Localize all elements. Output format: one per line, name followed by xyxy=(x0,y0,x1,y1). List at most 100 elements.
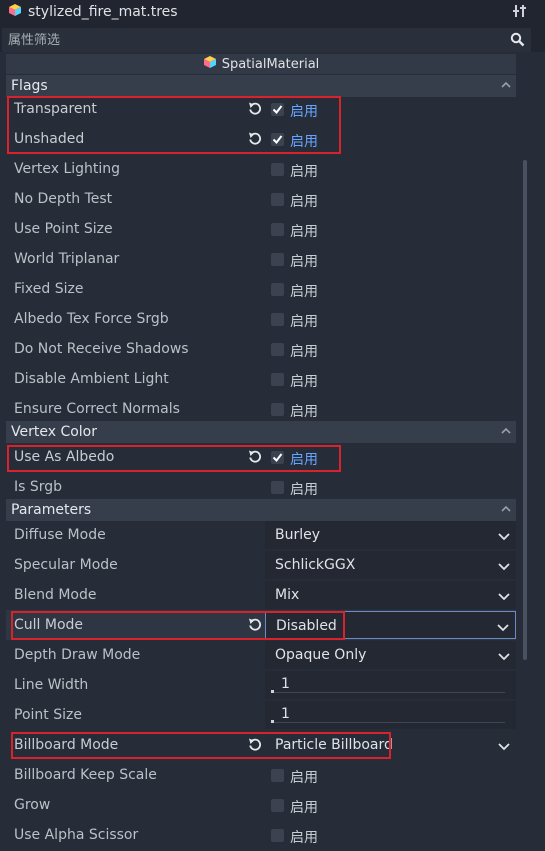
checkbox-label: 启用 xyxy=(290,482,318,498)
section-vertex-color[interactable]: Vertex Color xyxy=(6,421,516,443)
slider-track[interactable] xyxy=(271,722,505,723)
slider-grabber[interactable] xyxy=(271,690,274,693)
ensure-correct-normals-checkbox[interactable] xyxy=(271,403,284,416)
is-srgb-checkbox[interactable] xyxy=(271,481,284,494)
dropdown-value: Opaque Only xyxy=(275,647,367,663)
cull-mode-dropdown[interactable]: Disabled xyxy=(265,611,516,639)
fixed-size-checkbox[interactable] xyxy=(271,283,284,296)
property-filter-input[interactable] xyxy=(8,32,488,48)
property-transparent: Transparent 启用 xyxy=(6,94,516,124)
property-depth-draw-mode: Depth Draw Mode Opaque Only xyxy=(6,640,516,670)
property-grow: Grow 启用 xyxy=(6,790,516,820)
use-point-size-checkbox[interactable] xyxy=(271,223,284,236)
inspector-scrollbar[interactable] xyxy=(523,160,527,660)
property-filter xyxy=(2,28,531,52)
revert-icon[interactable] xyxy=(248,617,262,635)
search-icon[interactable] xyxy=(510,32,525,51)
property-world-triplanar: World Triplanar 启用 xyxy=(6,244,516,274)
checkbox-label: 启用 xyxy=(290,104,318,120)
chevron-up-icon xyxy=(500,503,512,519)
do-not-receive-shadows-checkbox[interactable] xyxy=(271,343,284,356)
checkbox-label: 启用 xyxy=(290,164,318,180)
albedo-tex-force-srgb-checkbox[interactable] xyxy=(271,313,284,326)
property-no-depth-test: No Depth Test 启用 xyxy=(6,184,516,214)
checkbox-label: 启用 xyxy=(290,134,318,150)
use-as-albedo-checkbox[interactable] xyxy=(271,451,284,464)
checkbox-label: 启用 xyxy=(290,314,318,330)
chevron-down-icon xyxy=(498,590,510,606)
line-width-spinbox[interactable]: 1 xyxy=(265,671,516,699)
disable-ambient-light-checkbox[interactable] xyxy=(271,373,284,386)
transparent-checkbox[interactable] xyxy=(271,103,284,116)
billboard-keep-scale-checkbox[interactable] xyxy=(271,769,284,782)
property-billboard-mode: Billboard Mode Particle Billboard xyxy=(6,730,516,760)
use-alpha-scissor-checkbox[interactable] xyxy=(271,829,284,842)
property-use-as-albedo: Use As Albedo 启用 xyxy=(6,442,516,472)
checkbox-label: 启用 xyxy=(290,404,318,420)
resource-filename: stylized_fire_mat.tres xyxy=(28,4,178,20)
diffuse-mode-dropdown[interactable]: Burley xyxy=(265,521,516,549)
property-label: Line Width xyxy=(14,677,89,693)
revert-icon[interactable] xyxy=(248,101,262,119)
section-flags-label: Flags xyxy=(11,78,48,94)
dropdown-value: Particle Billboard xyxy=(275,737,393,753)
checkbox-label: 启用 xyxy=(290,224,318,240)
depth-draw-mode-dropdown[interactable]: Opaque Only xyxy=(265,641,516,669)
chevron-down-icon xyxy=(498,740,510,756)
property-ensure-correct-normals: Ensure Correct Normals 启用 xyxy=(6,394,516,424)
checkbox-label: 启用 xyxy=(290,254,318,270)
grow-checkbox[interactable] xyxy=(271,799,284,812)
chevron-down-icon xyxy=(497,621,509,637)
checkbox-label: 启用 xyxy=(290,800,318,816)
revert-icon[interactable] xyxy=(248,737,262,755)
dropdown-value: Burley xyxy=(275,527,321,543)
property-label: World Triplanar xyxy=(14,251,120,267)
no-depth-test-checkbox[interactable] xyxy=(271,193,284,206)
checkbox-label: 启用 xyxy=(290,194,318,210)
property-use-alpha-scissor: Use Alpha Scissor 启用 xyxy=(6,820,516,850)
revert-icon[interactable] xyxy=(248,449,262,467)
property-label: Vertex Lighting xyxy=(14,161,121,177)
property-billboard-keep-scale: Billboard Keep Scale 启用 xyxy=(6,760,516,790)
material-cube-icon xyxy=(8,3,22,21)
checkbox-label: 启用 xyxy=(290,284,318,300)
property-label: Ensure Correct Normals xyxy=(14,401,180,417)
property-is-srgb: Is Srgb 启用 xyxy=(6,472,516,502)
property-label: Diffuse Mode xyxy=(14,527,106,543)
unshaded-checkbox[interactable] xyxy=(271,133,284,146)
billboard-mode-dropdown[interactable]: Particle Billboard xyxy=(265,731,516,759)
material-cube-icon xyxy=(203,55,217,73)
slider-grabber[interactable] xyxy=(271,720,274,723)
checkbox-label: 启用 xyxy=(290,344,318,360)
property-label: No Depth Test xyxy=(14,191,113,207)
point-size-spinbox[interactable]: 1 xyxy=(265,701,516,729)
section-vertex-color-label: Vertex Color xyxy=(11,424,98,440)
property-unshaded: Unshaded 启用 xyxy=(6,124,516,154)
section-parameters[interactable]: Parameters xyxy=(6,499,516,521)
checkbox-label: 启用 xyxy=(290,452,318,468)
property-vertex-lighting: Vertex Lighting 启用 xyxy=(6,154,516,184)
property-line-width: Line Width 1 xyxy=(6,670,516,700)
specular-mode-dropdown[interactable]: SchlickGGX xyxy=(265,551,516,579)
spinbox-value: 1 xyxy=(281,676,290,692)
property-cull-mode: Cull Mode Disabled xyxy=(6,610,516,640)
property-label: Albedo Tex Force Srgb xyxy=(14,311,169,327)
blend-mode-dropdown[interactable]: Mix xyxy=(265,581,516,609)
revert-icon[interactable] xyxy=(248,131,262,149)
property-label: Transparent xyxy=(14,101,97,117)
slider-track[interactable] xyxy=(271,692,505,693)
property-label: Use As Albedo xyxy=(14,449,115,465)
tools-icon[interactable] xyxy=(513,4,527,22)
chevron-up-icon xyxy=(500,79,512,95)
checkbox-label: 启用 xyxy=(290,374,318,390)
chevron-up-icon xyxy=(500,425,512,441)
vertex-lighting-checkbox[interactable] xyxy=(271,163,284,176)
world-triplanar-checkbox[interactable] xyxy=(271,253,284,266)
property-disable-ambient-light: Disable Ambient Light 启用 xyxy=(6,364,516,394)
property-label: Is Srgb xyxy=(14,479,63,495)
property-label: Use Point Size xyxy=(14,221,113,237)
property-label: Specular Mode xyxy=(14,557,118,573)
property-label: Cull Mode xyxy=(14,617,84,633)
checkbox-label: 启用 xyxy=(290,830,318,846)
chevron-down-icon xyxy=(498,560,510,576)
